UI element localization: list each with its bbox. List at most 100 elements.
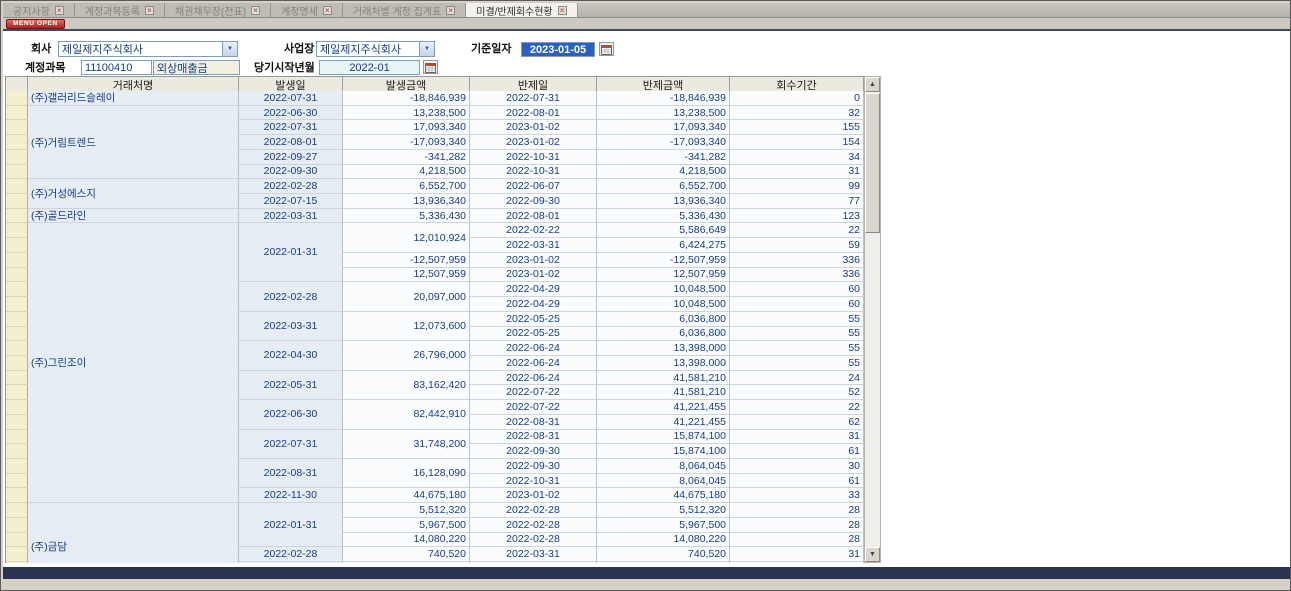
collect-days-cell[interactable]: 33 [730,488,864,503]
settle-date-cell[interactable]: 2022-09-30 [470,194,597,209]
occur-date-cell[interactable]: 2022-03-31 [239,312,343,341]
settle-amount-cell[interactable]: 6,036,800 [597,327,730,342]
base-date-calendar-button[interactable] [599,42,614,56]
collect-days-cell[interactable]: 55 [730,312,864,327]
occur-amount-cell[interactable]: -17,093,340 [343,135,470,150]
name-cell[interactable]: (주)거성에스지 [28,179,239,208]
settle-date-cell[interactable]: 2022-06-07 [470,179,597,194]
settle-date-cell[interactable]: 2022-04-29 [470,297,597,312]
settle-date-cell[interactable]: 2022-08-01 [470,106,597,121]
settle-date-cell[interactable]: 2022-10-31 [470,474,597,489]
settle-amount-cell[interactable]: 13,398,000 [597,341,730,356]
tab-close-icon[interactable]: × [251,6,260,15]
occur-amount-cell[interactable]: 13,238,500 [343,106,470,121]
occur-date-cell[interactable]: 2022-07-15 [239,194,343,209]
collect-days-cell[interactable]: 55 [730,356,864,371]
tab-close-icon[interactable]: × [145,6,154,15]
collect-days-cell[interactable]: 31 [730,430,864,445]
row-header-cell[interactable] [6,106,28,121]
collect-days-cell[interactable]: 29 [730,562,864,563]
settle-date-cell[interactable]: 2023-01-02 [470,135,597,150]
settle-date-cell[interactable]: 2022-06-24 [470,371,597,386]
row-header-cell[interactable] [6,459,28,474]
occur-amount-cell[interactable]: 20,097,000 [343,282,470,311]
occur-date-cell[interactable]: 2022-09-27 [239,150,343,165]
settle-amount-cell[interactable]: 44,675,180 [597,488,730,503]
name-cell[interactable]: (주)그린조이 [28,223,239,503]
collect-days-cell[interactable]: 28 [730,503,864,518]
collect-days-cell[interactable]: 154 [730,135,864,150]
occur-amount-cell[interactable]: 740,520 [343,547,470,562]
collect-days-cell[interactable]: 62 [730,415,864,430]
account-code-input[interactable] [81,60,152,75]
tab-4[interactable]: 거래처별 계정 집계표× [343,3,466,17]
row-header-cell[interactable] [6,194,28,209]
settle-amount-cell[interactable]: 13,398,000 [597,356,730,371]
row-header-cell[interactable] [6,253,28,268]
scroll-up-icon[interactable]: ▲ [865,77,880,92]
settle-date-cell[interactable]: 2023-01-02 [470,253,597,268]
occur-amount-cell[interactable]: 2,612,500 [343,562,470,563]
settle-amount-cell[interactable]: 41,221,455 [597,415,730,430]
occur-date-cell[interactable]: 2022-02-28 [239,179,343,194]
collect-days-cell[interactable]: 28 [730,533,864,548]
row-header-cell[interactable] [6,562,28,563]
collect-days-cell[interactable]: 60 [730,282,864,297]
settle-amount-cell[interactable]: 10,048,500 [597,282,730,297]
name-cell[interactable]: (주)갤러리드슬레이 [28,91,239,106]
settle-date-cell[interactable]: 2022-09-30 [470,459,597,474]
occur-amount-cell[interactable]: 5,512,320 [343,503,470,518]
settle-amount-cell[interactable]: 4,218,500 [597,165,730,180]
collect-days-cell[interactable]: 61 [730,444,864,459]
occur-amount-cell[interactable]: 12,010,924 [343,223,470,252]
occur-amount-cell[interactable]: 82,442,910 [343,400,470,429]
collect-days-cell[interactable]: 31 [730,165,864,180]
name-cell[interactable]: (주)금담 [28,503,239,563]
settle-amount-cell[interactable]: 41,581,210 [597,371,730,386]
settle-amount-cell[interactable]: -17,093,340 [597,135,730,150]
settle-date-cell[interactable]: 2022-04-29 [470,282,597,297]
row-header-cell[interactable] [6,518,28,533]
collect-days-cell[interactable]: 155 [730,120,864,135]
row-header-cell[interactable] [6,165,28,180]
settle-amount-cell[interactable]: 13,936,340 [597,194,730,209]
collect-days-cell[interactable]: 123 [730,209,864,224]
tab-2[interactable]: 채권채무장(전표)× [165,3,271,17]
settle-date-cell[interactable]: 2022-06-24 [470,341,597,356]
settle-date-cell[interactable]: 2022-03-31 [470,547,597,562]
row-header-cell[interactable] [6,268,28,283]
occur-date-cell[interactable]: 2022-08-31 [239,459,343,488]
settle-amount-cell[interactable]: 17,093,340 [597,120,730,135]
occur-amount-cell[interactable]: 26,796,000 [343,341,470,370]
name-cell[interactable]: (주)골드라인 [28,209,239,224]
occur-amount-cell[interactable]: -18,846,939 [343,91,470,106]
settle-date-cell[interactable]: 2022-05-25 [470,312,597,327]
occur-date-cell[interactable]: 2022-02-28 [239,547,343,562]
occur-amount-cell[interactable]: -341,282 [343,150,470,165]
collect-days-cell[interactable]: 77 [730,194,864,209]
settle-amount-cell[interactable]: 41,221,455 [597,400,730,415]
row-header-cell[interactable] [6,120,28,135]
occur-amount-cell[interactable]: 12,507,959 [343,268,470,283]
row-header-cell[interactable] [6,150,28,165]
settle-amount-cell[interactable]: 2,612,500 [597,562,730,563]
settle-date-cell[interactable]: 2022-02-28 [470,503,597,518]
settle-amount-cell[interactable]: 8,064,045 [597,459,730,474]
row-header-cell[interactable] [6,223,28,238]
row-header-cell[interactable] [6,430,28,445]
settle-date-cell[interactable]: 2022-02-28 [470,533,597,548]
row-header-cell[interactable] [6,341,28,356]
site-select[interactable]: 제일제지주식회사 ▼ [316,41,435,57]
row-header-cell[interactable] [6,533,28,548]
collect-days-cell[interactable]: 61 [730,474,864,489]
row-header-cell[interactable] [6,135,28,150]
row-header-cell[interactable] [6,385,28,400]
collect-days-cell[interactable]: 55 [730,341,864,356]
collect-days-cell[interactable]: 59 [730,238,864,253]
settle-date-cell[interactable]: 2022-08-31 [470,415,597,430]
settle-amount-cell[interactable]: 5,336,430 [597,209,730,224]
occur-date-cell[interactable]: 2022-06-30 [239,400,343,429]
collect-days-cell[interactable]: 34 [730,150,864,165]
collect-days-cell[interactable]: 55 [730,327,864,342]
settle-date-cell[interactable]: 2022-08-01 [470,209,597,224]
